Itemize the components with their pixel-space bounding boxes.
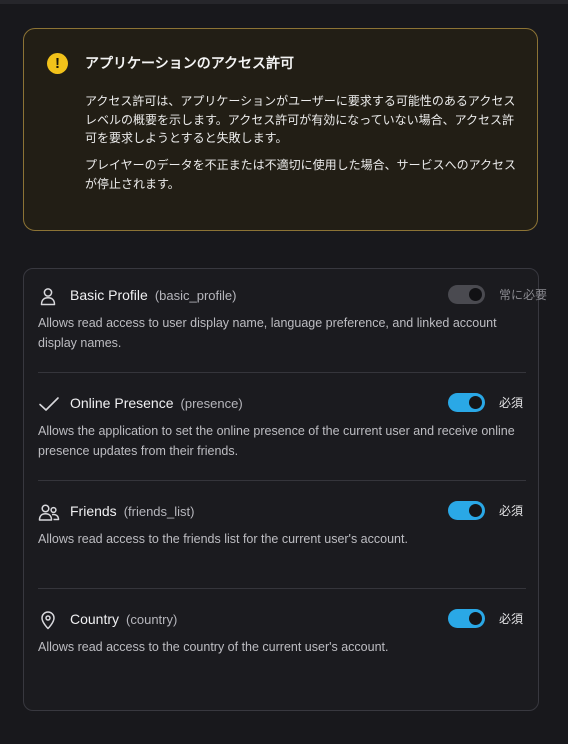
- permission-description: Allows the application to set the online…: [38, 424, 515, 458]
- permission-basic-profile: Basic Profile (basic_profile) 常に必要 Allows…: [24, 269, 547, 377]
- permission-name: Country: [70, 611, 120, 627]
- permission-name: Online Presence: [70, 395, 174, 411]
- divider: [38, 372, 526, 373]
- country-toggle[interactable]: [448, 609, 485, 628]
- friends-toggle[interactable]: [448, 501, 485, 520]
- location-pin-icon: [38, 610, 58, 630]
- permission-description: Allows read access to user display name,…: [38, 316, 497, 350]
- divider: [38, 480, 526, 481]
- permission-key: (basic_profile): [154, 288, 237, 303]
- permissions-notice: ! アプリケーションのアクセス許可 アクセス許可は、アプリケーションがユーザーに…: [23, 28, 538, 231]
- users-icon: [38, 502, 60, 522]
- divider: [38, 588, 526, 589]
- notice-paragraph-1: アクセス許可は、アプリケーションがユーザーに要求する可能性のあるアクセスレベルの…: [85, 94, 516, 145]
- permission-key: (country): [126, 612, 178, 627]
- basic-profile-toggle[interactable]: [448, 285, 485, 304]
- notice-title: アプリケーションのアクセス許可: [85, 55, 295, 71]
- permission-friends: Friends (friends_list) 必須 Allows read acc…: [24, 485, 538, 593]
- permission-key: (friends_list): [123, 504, 195, 519]
- requirement-label: 常に必要: [499, 288, 548, 302]
- notice-paragraph-2: プレイヤーのデータを不正または不適切に使用した場合、サービスへのアクセスが停止さ…: [85, 158, 517, 191]
- requirement-label: 必須: [499, 612, 524, 626]
- top-bar: [0, 0, 568, 4]
- checkmark-icon: [38, 394, 59, 414]
- user-icon: [38, 286, 58, 306]
- permission-name: Friends: [70, 503, 117, 519]
- permission-description: Allows read access to the country of the…: [38, 640, 389, 654]
- warning-icon: !: [47, 53, 68, 74]
- permission-online-presence: Online Presence (presence) 必須 Allows the …: [24, 377, 538, 485]
- requirement-label: 必須: [499, 396, 524, 410]
- permission-description: Allows read access to the friends list f…: [38, 532, 408, 546]
- permission-country: Country (country) 必須 Allows read access t…: [24, 593, 538, 701]
- online-presence-toggle[interactable]: [448, 393, 485, 412]
- permissions-list: Basic Profile (basic_profile) 常に必要 Allows…: [23, 268, 547, 711]
- permission-name: Basic Profile: [70, 287, 148, 303]
- permission-key: (presence): [180, 396, 243, 411]
- requirement-label: 必須: [499, 504, 524, 518]
